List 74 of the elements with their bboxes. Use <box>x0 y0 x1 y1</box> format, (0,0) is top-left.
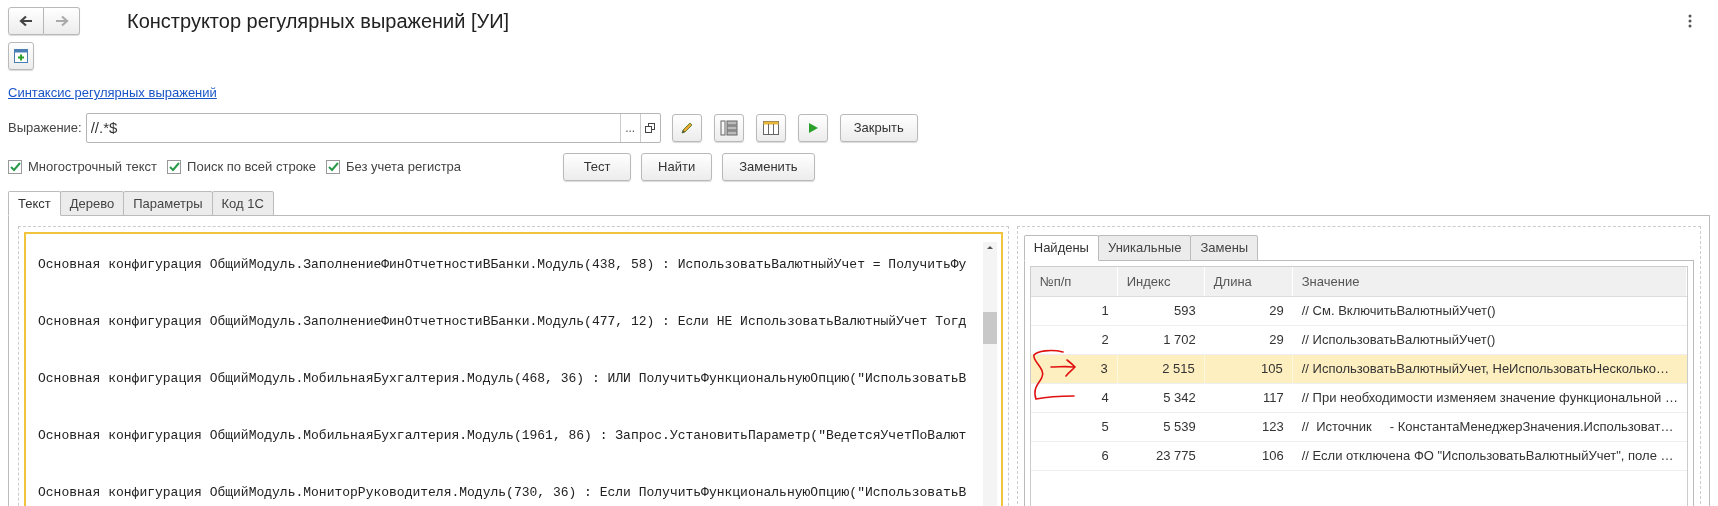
scrollbar[interactable] <box>982 242 997 506</box>
column-header[interactable]: Значение <box>1292 267 1687 296</box>
column-header[interactable]: Длина <box>1204 267 1293 296</box>
table-cell-text: // Если отключена ФО "ИспользоватьВалютныйУчет", поле … <box>1300 447 1675 466</box>
expression-label: Выражение: <box>8 119 82 138</box>
checkbox-label: Поиск по всей строке <box>187 158 316 177</box>
checkbox[interactable] <box>8 160 22 174</box>
text-line: Основная конфигурация ОбщийМодуль.МобильнаяБухгалтерия.Модуль(468, 36) : ИЛИ ПолучитьФункциональнуюОпцию("ИспользоватьВ <box>38 370 967 388</box>
back-arrow-icon <box>19 15 33 27</box>
table-cell-text: 1 <box>1100 302 1110 321</box>
checkbox-label: Без учета регистра <box>345 158 462 177</box>
tab[interactable]: Замены <box>1190 235 1259 261</box>
action-button[interactable]: Заменить <box>722 153 815 181</box>
choice-button[interactable]: ... <box>619 114 640 142</box>
table-icon <box>762 121 779 135</box>
table-cell-text: 2 <box>1100 331 1110 350</box>
column-header[interactable]: №п/п <box>1030 267 1118 296</box>
list-button[interactable] <box>713 114 744 142</box>
checkbox[interactable] <box>325 160 340 174</box>
table-cell: 3 <box>1030 355 1118 383</box>
action-button[interactable]: Найти <box>641 153 713 181</box>
close-button[interactable]: Закрыть <box>839 114 918 142</box>
table-cell-text: // Источник - КонстантаМенеджерЗначения.Использоват… <box>1300 418 1675 437</box>
table-cell-text: // См. ВключитьВалютныйУчет() <box>1300 302 1497 321</box>
table-cell-text: 6 <box>1100 447 1110 466</box>
checkbox-label: Многострочный текст <box>28 158 158 177</box>
table-cell-text: 117 <box>1262 389 1285 408</box>
stacked-rows-icon <box>719 120 738 136</box>
tab[interactable]: Текст <box>8 191 61 216</box>
copy-icon <box>645 123 656 133</box>
table-cell: 105 <box>1204 355 1293 383</box>
text-line: Основная конфигурация ОбщийМодуль.ЗаполнениеФинОтчетностиВБанки.Модуль(477, 12) : Если НЕ ИспользоватьВалютныйУчет Тогд <box>38 313 967 331</box>
forward-arrow-icon <box>54 15 69 27</box>
table-cell-text: 5 <box>1100 418 1110 437</box>
table-cell-text: // ИспользоватьВалютныйУчет() <box>1300 331 1497 350</box>
syntax-link[interactable]: Синтаксис регулярных выражений <box>8 85 217 100</box>
table-cell-text: // ИспользоватьВалютныйУчет, НеИспользоватьНесколько… <box>1300 360 1671 379</box>
add-window-icon <box>14 49 28 63</box>
table-cell-text: 123 <box>1261 418 1285 437</box>
scroll-thumb[interactable] <box>982 312 997 344</box>
table-cell-text: 1 702 <box>1162 331 1197 350</box>
more-menu-icon[interactable] <box>1688 14 1692 28</box>
tab[interactable]: Параметры <box>123 191 213 216</box>
table-button[interactable] <box>755 114 786 142</box>
text-line: Основная конфигурация ОбщийМодуль.МобильнаяБухгалтерия.Модуль(1961, 86) : Запрос.УстановитьПараметр("ВедетсяУчетПоВалют <box>38 427 967 445</box>
window-title: Конструктор регулярных выражений [УИ] <box>127 9 510 34</box>
edit-button[interactable] <box>671 114 702 142</box>
checkbox[interactable] <box>167 160 182 174</box>
text-editor[interactable] <box>24 232 1003 506</box>
table-cell-text: 106 <box>1261 447 1285 466</box>
action-button[interactable]: Тест <box>563 153 632 181</box>
tab[interactable]: Уникальные <box>1097 235 1192 261</box>
add-form-button[interactable] <box>8 42 34 70</box>
table-row[interactable]: 3 2 515 105 // ИспользоватьВалютныйУчет, НеИспользоватьНесколько… <box>1030 355 1687 384</box>
text-line: Основная конфигурация ОбщийМодуль.МониторРуководителя.Модуль(730, 36) : Если ПолучитьФункциональнуюОпцию("ИспользоватьВ <box>38 484 967 502</box>
table-cell: 2 515 <box>1117 355 1205 383</box>
table-cell-text: // При необходимости изменяем значение функциональной … <box>1300 389 1679 408</box>
table-cell-text: 5 342 <box>1162 389 1197 408</box>
table-cell-text: 29 <box>1268 302 1285 321</box>
tab[interactable]: Код 1С <box>211 191 274 216</box>
table-cell-text: 23 775 <box>1155 447 1197 466</box>
play-icon <box>806 122 819 134</box>
table-cell-text: 5 539 <box>1162 418 1197 437</box>
tab[interactable]: Найдены <box>1023 235 1099 261</box>
run-button[interactable] <box>797 114 828 142</box>
tab[interactable]: Дерево <box>59 191 125 216</box>
column-header[interactable]: Индекс <box>1117 267 1205 296</box>
back-button[interactable] <box>8 7 44 35</box>
table-cell-text: 29 <box>1268 331 1285 350</box>
pencil-icon <box>678 120 695 136</box>
table-cell-text: 593 <box>1173 302 1197 321</box>
text-line: Основная конфигурация ОбщийМодуль.ЗаполнениеФинОтчетностиВБанки.Модуль(438, 58) : ИспользоватьВалютныйУчет = ПолучитьФу <box>38 256 967 274</box>
table-cell-text: 4 <box>1100 389 1110 408</box>
expression-field[interactable]: //.*$ ... <box>85 113 661 143</box>
